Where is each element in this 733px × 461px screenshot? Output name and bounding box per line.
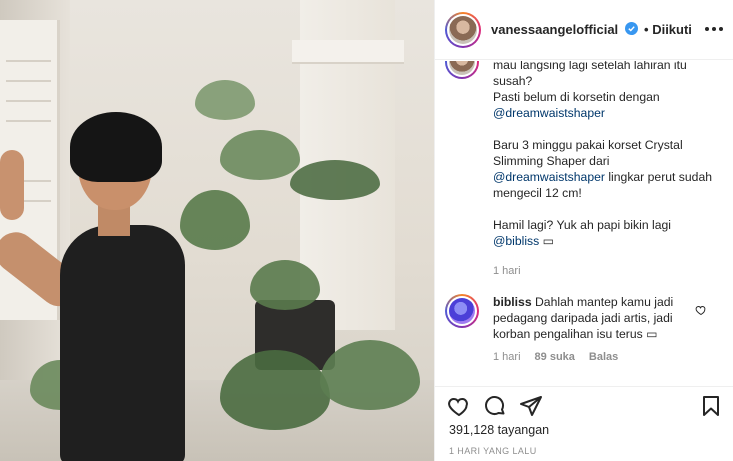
more-options-icon[interactable] bbox=[705, 22, 723, 36]
caption-text: mau langsing lagi setelah lahiran itu su… bbox=[493, 61, 715, 249]
verified-badge-icon bbox=[625, 22, 638, 35]
post-media[interactable] bbox=[0, 0, 434, 461]
comment-timestamp: 1 hari bbox=[493, 351, 521, 363]
reply-button[interactable]: Balas bbox=[589, 351, 618, 363]
author-avatar[interactable] bbox=[445, 12, 481, 48]
commenter-avatar[interactable] bbox=[445, 294, 479, 328]
heart-icon[interactable] bbox=[447, 394, 471, 418]
bookmark-icon[interactable] bbox=[699, 394, 723, 418]
media-pillar-cap bbox=[292, 40, 404, 64]
view-count[interactable]: 391,128 tayangan bbox=[449, 423, 549, 437]
media-leaf bbox=[220, 130, 300, 180]
heart-small-icon[interactable] bbox=[695, 304, 707, 316]
commenter-username[interactable]: bibliss bbox=[493, 295, 532, 309]
caption-line: mau langsing lagi setelah lahiran itu su… bbox=[493, 61, 687, 88]
mention-link[interactable]: @dreamwaistshaper bbox=[493, 170, 605, 184]
follow-separator: • bbox=[644, 22, 649, 37]
comment-body: bibliss Dahlah mantep kamu jadi pedagang… bbox=[493, 294, 693, 342]
author-username[interactable]: vanessaangelofficial bbox=[491, 22, 618, 37]
follow-status[interactable]: • Diikuti bbox=[644, 22, 692, 37]
comment-icon[interactable] bbox=[483, 394, 507, 418]
caption-avatar[interactable] bbox=[445, 61, 479, 79]
share-icon[interactable] bbox=[519, 394, 543, 418]
emoji-placeholder: ▭ bbox=[646, 327, 658, 341]
emoji-placeholder: ▭ bbox=[542, 234, 555, 248]
comment-meta: 1 hari 89 suka Balas bbox=[493, 351, 632, 363]
caption-section: mau langsing lagi setelah lahiran itu su… bbox=[435, 61, 733, 386]
caption-line: Hamil lagi? Yuk ah papi bikin lagi bbox=[493, 218, 671, 232]
media-person-body bbox=[60, 225, 185, 461]
post-date: 1 HARI YANG LALU bbox=[449, 446, 537, 456]
media-hand bbox=[0, 150, 24, 220]
comment-likes[interactable]: 89 suka bbox=[535, 351, 575, 363]
caption-line: Baru 3 minggu pakai korset Crystal Slimm… bbox=[493, 138, 683, 168]
post-side-panel: vanessaangelofficial • Diikuti mau langs… bbox=[435, 0, 733, 461]
caption-timestamp: 1 hari bbox=[493, 265, 521, 277]
media-person-hair bbox=[70, 112, 162, 182]
post-header: vanessaangelofficial • Diikuti bbox=[435, 0, 733, 60]
mention-link[interactable]: @dreamwaistshaper bbox=[493, 106, 605, 120]
media-leaf bbox=[180, 190, 250, 250]
media-leaf bbox=[290, 160, 380, 200]
caption-line: Pasti belum di korsetin dengan bbox=[493, 90, 660, 104]
media-leaf bbox=[320, 340, 420, 410]
media-leaf bbox=[195, 80, 255, 120]
mention-link[interactable]: @bibliss bbox=[493, 234, 539, 248]
action-bar bbox=[435, 386, 733, 428]
follow-status-label: Diikuti bbox=[652, 22, 692, 37]
